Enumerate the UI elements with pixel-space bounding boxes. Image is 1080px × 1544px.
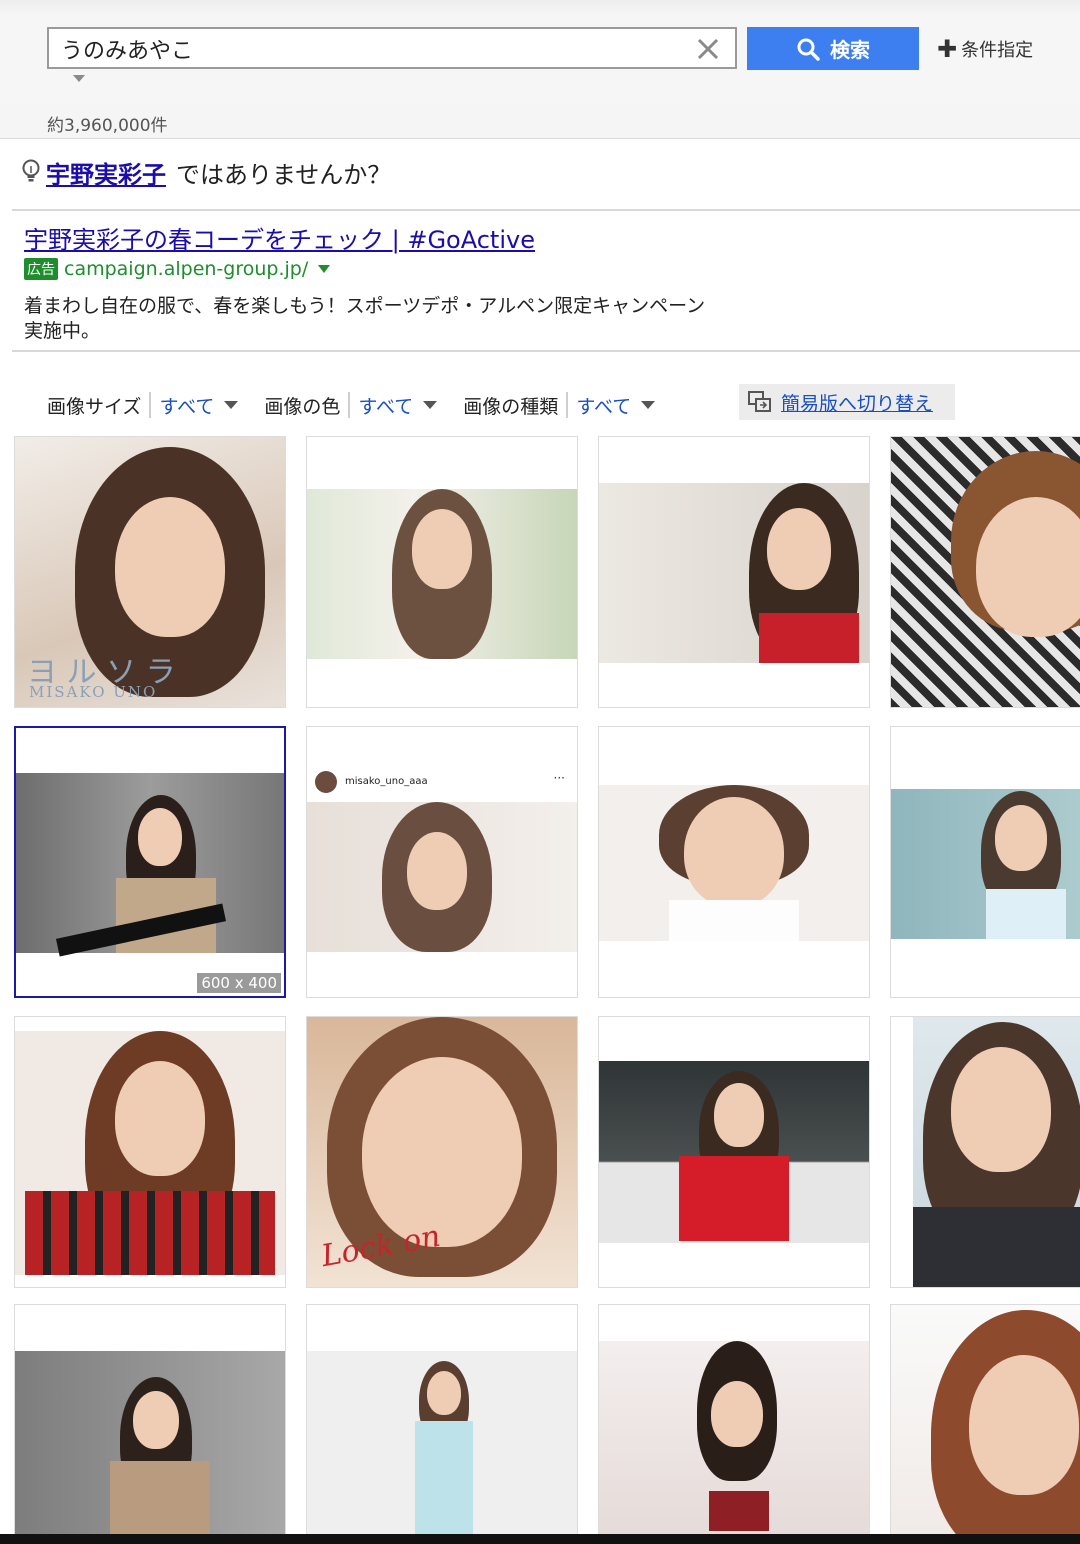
result-count: 約3,960,000件 (47, 116, 168, 136)
filter-type-value: すべて (576, 395, 632, 418)
photo (307, 1351, 577, 1536)
ad-title-link[interactable]: 宇野実彩子の春コーデをチェック | #GoActive (24, 220, 535, 255)
search-button[interactable]: 検索 (747, 27, 919, 70)
photo (15, 1031, 285, 1275)
image-result-10[interactable]: Lock on (306, 1016, 578, 1288)
photo (307, 802, 577, 952)
search-button-label: 検索 (830, 38, 870, 62)
photo (15, 1351, 285, 1536)
filter-size-label: 画像サイズ (47, 395, 142, 418)
image-result-12[interactable] (890, 1016, 1080, 1288)
photo (599, 785, 869, 941)
filter-separator (566, 392, 569, 418)
image-result-11[interactable] (598, 1016, 870, 1288)
divider (12, 350, 1080, 352)
image-result-13[interactable] (14, 1304, 286, 1536)
filter-color-dropdown[interactable]: すべて (358, 392, 438, 419)
ad-url-row: 広告 campaign.alpen-group.jp/ (24, 258, 331, 280)
search-history-caret-icon[interactable] (73, 75, 85, 82)
image-result-9[interactable] (14, 1016, 286, 1288)
photo (891, 1305, 1080, 1536)
image-result-15[interactable] (598, 1304, 870, 1536)
plus-icon: ✚ (937, 35, 958, 63)
simple-version-toggle[interactable]: 簡易版へ切り替え (739, 384, 955, 420)
image-size-badge: 600 x 400 (197, 973, 281, 993)
simple-toggle-label: 簡易版へ切り替え (781, 392, 934, 415)
did-you-mean: 宇野実彩子 ではありませんか？ (20, 152, 391, 192)
image-result-8[interactable] (890, 726, 1080, 998)
suggestion-suffix: ではありませんか？ (176, 160, 392, 189)
filter-color-value: すべて (358, 395, 414, 418)
search-header: 検索 ✚ 条件指定 約3,960,000件 (0, 0, 1080, 139)
filter-size-value: すべて (159, 395, 215, 418)
suggestion-link[interactable]: 宇野実彩子 (46, 155, 166, 190)
system-navigation-bar (0, 1534, 1080, 1544)
lightbulb-icon (22, 159, 40, 182)
image-result-4[interactable] (890, 436, 1080, 708)
filter-size-dropdown[interactable]: すべて (159, 392, 239, 419)
chevron-down-icon (423, 401, 438, 409)
instagram-username: misako_uno_aaa (345, 776, 428, 787)
ad-menu-caret-icon[interactable] (318, 265, 331, 273)
photo (599, 1341, 869, 1536)
filter-bar: 画像サイズ すべて 画像の色 すべて 画像の種類 すべて (47, 389, 681, 421)
filter-type-label: 画像の種類 (463, 395, 559, 418)
clear-icon[interactable] (695, 36, 721, 62)
image-result-5[interactable]: 600 x 400 (14, 726, 286, 998)
image-result-1[interactable]: ヨ ル ソ ラ MISAKO UNO (14, 436, 286, 708)
search-input[interactable] (59, 33, 683, 65)
search-box[interactable] (47, 27, 737, 69)
divider (12, 209, 1080, 211)
photo (913, 1017, 1080, 1287)
chevron-down-icon (641, 401, 656, 409)
conditions-link[interactable]: ✚ 条件指定 (937, 36, 1033, 62)
image-result-3[interactable] (598, 436, 870, 708)
ad-badge: 広告 (24, 258, 58, 280)
photo (599, 1061, 869, 1243)
photo (307, 489, 577, 659)
switch-view-icon (748, 391, 771, 412)
avatar (315, 771, 337, 793)
filter-separator (149, 392, 152, 418)
image-result-16[interactable] (890, 1304, 1080, 1536)
more-icon: ··· (553, 771, 565, 785)
chevron-down-icon (224, 401, 239, 409)
ad-description: 着まわし自在の服で、春を楽しもう！スポーツデポ・アルペン限定キャンペーン実施中。 (24, 295, 706, 342)
photo (891, 437, 1080, 707)
tile-title-en: MISAKO UNO (29, 683, 158, 701)
image-result-14[interactable] (306, 1304, 578, 1536)
search-icon (797, 38, 820, 61)
filter-type-dropdown[interactable]: すべて (576, 392, 656, 419)
photo (16, 773, 284, 957)
image-result-6[interactable]: misako_uno_aaa ··· (306, 726, 578, 998)
image-grid: ヨ ル ソ ラ MISAKO UNO 600 x 400 misako_uno_… (14, 436, 1080, 1536)
image-result-2[interactable] (306, 436, 578, 708)
photo (891, 789, 1080, 939)
ad-url[interactable]: campaign.alpen-group.jp/ (64, 258, 308, 280)
conditions-label: 条件指定 (961, 40, 1034, 61)
filter-separator (348, 392, 351, 418)
image-result-7[interactable] (598, 726, 870, 998)
photo (599, 483, 869, 663)
filter-color-label: 画像の色 (264, 395, 341, 418)
